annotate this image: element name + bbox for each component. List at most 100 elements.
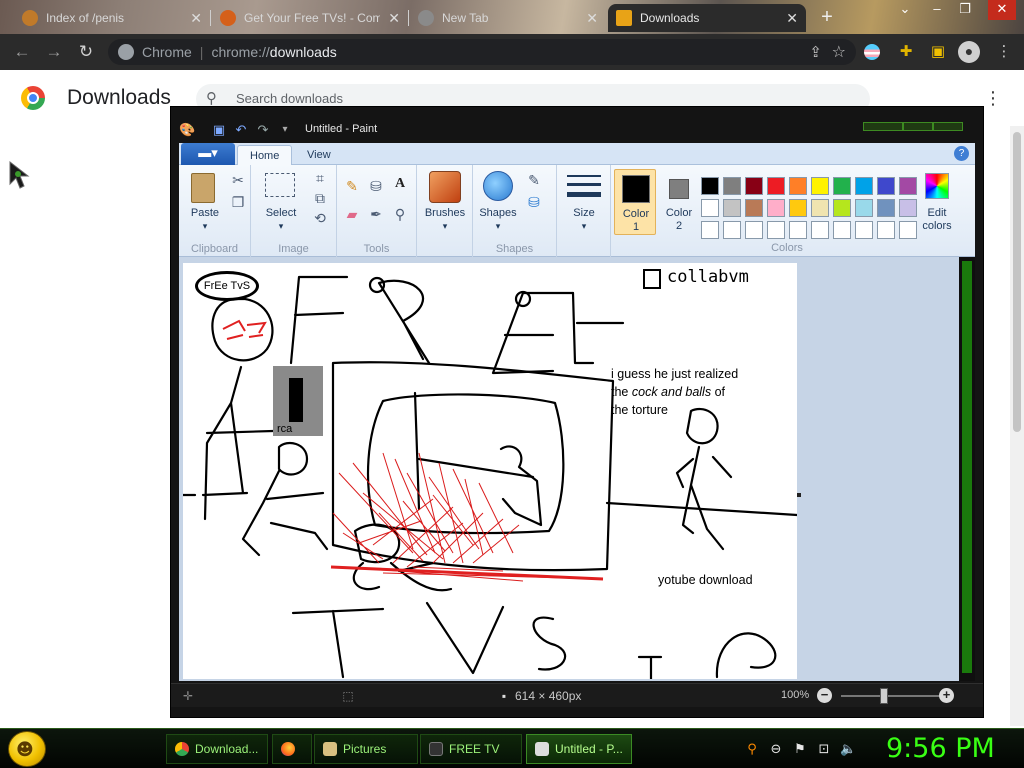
palette-swatch[interactable] — [811, 199, 829, 217]
palette-swatch[interactable] — [701, 177, 719, 195]
paste-button[interactable]: Paste — [183, 207, 227, 219]
palette-swatch[interactable] — [745, 199, 763, 217]
palette-swatch[interactable] — [723, 177, 741, 195]
taskbar-item-pictures[interactable]: Pictures — [314, 734, 418, 764]
edit-colors-label[interactable]: Edit — [917, 207, 957, 219]
palette-swatch[interactable] — [767, 221, 785, 239]
palette-swatch[interactable] — [833, 177, 851, 195]
undo-icon[interactable]: ↶ — [233, 122, 249, 138]
palette-swatch[interactable] — [701, 221, 719, 239]
help-icon[interactable]: ? — [954, 146, 969, 161]
volume-icon[interactable]: 🔈 — [840, 741, 856, 757]
palette-swatch[interactable] — [767, 177, 785, 195]
copy-icon[interactable]: ❐ — [229, 193, 247, 211]
outline-icon[interactable]: ✎ — [525, 171, 543, 189]
customize-qat-icon[interactable]: ▾ — [277, 122, 293, 138]
minimize-button[interactable] — [863, 122, 903, 131]
palette-swatch[interactable] — [811, 221, 829, 239]
crop-icon[interactable]: ⌗ — [311, 169, 329, 187]
vertical-scrollbar[interactable] — [959, 257, 975, 681]
canvas-resize-handle[interactable] — [797, 493, 801, 497]
save-icon[interactable]: ▣ — [211, 122, 227, 138]
palette-swatch[interactable] — [745, 177, 763, 195]
scrollbar-track[interactable] — [962, 261, 972, 673]
tab-downloads[interactable]: Downloads ✕ — [608, 4, 806, 32]
chevron-down-icon[interactable]: ▾ — [473, 221, 523, 232]
color-picker-icon[interactable]: ✒ — [367, 205, 385, 223]
cut-icon[interactable]: ✂ — [229, 171, 247, 189]
close-icon[interactable]: ✕ — [388, 10, 400, 27]
fill-icon[interactable]: ⛁ — [525, 193, 543, 211]
resize-icon[interactable]: ⧉ — [311, 189, 329, 207]
chevron-down-icon[interactable]: ▾ — [183, 221, 227, 232]
palette-swatch[interactable] — [723, 199, 741, 217]
size-button[interactable]: Size — [557, 207, 611, 219]
chevron-down-icon[interactable]: ▾ — [557, 221, 611, 232]
scrollbar-thumb[interactable] — [1013, 132, 1021, 432]
brushes-button[interactable]: Brushes — [417, 207, 473, 219]
flag-icon[interactable]: ⚑ — [792, 741, 808, 757]
taskbar-item-firefox[interactable] — [272, 734, 312, 764]
rotate-icon[interactable]: ⟲ — [311, 209, 329, 227]
clock[interactable]: 9:56 PM — [886, 733, 995, 764]
minimize-icon[interactable]: – — [928, 0, 946, 20]
palette-swatch[interactable] — [855, 177, 873, 195]
tab-view[interactable]: View — [295, 145, 343, 166]
taskbar-item-downloads[interactable]: Download... — [166, 734, 268, 764]
color2-button[interactable]: Color 2 — [659, 169, 699, 235]
tab-free-tvs[interactable]: Get Your Free TVs! - Com ✕ — [212, 4, 408, 32]
brush-icon[interactable] — [429, 171, 461, 203]
taskbar-item-paint[interactable]: Untitled - P... — [526, 734, 632, 764]
fill-bucket-icon[interactable]: ⛁ — [367, 177, 385, 195]
palette-swatch[interactable] — [899, 221, 917, 239]
extension-flag-icon[interactable] — [864, 44, 880, 60]
shapes-button[interactable]: Shapes — [473, 207, 523, 219]
palette-swatch[interactable] — [789, 177, 807, 195]
palette-swatch[interactable] — [767, 199, 785, 217]
search-icon[interactable]: ⚲ — [744, 741, 760, 757]
zoom-slider-thumb[interactable] — [880, 688, 888, 704]
magnifier-icon[interactable]: ⚲ — [391, 205, 409, 223]
close-icon[interactable]: ✕ — [190, 10, 202, 27]
palette-swatch[interactable] — [877, 177, 895, 195]
share-icon[interactable]: ⇪ — [809, 43, 822, 61]
start-button[interactable]: ☻ — [8, 731, 46, 767]
palette-swatch[interactable] — [701, 199, 719, 217]
chevron-down-icon[interactable]: ▾ — [417, 221, 473, 232]
menu-kebab-icon[interactable]: ⋮ — [994, 42, 1014, 62]
bookmark-star-icon[interactable]: ☆ — [832, 42, 846, 62]
palette-swatch[interactable] — [811, 177, 829, 195]
color1-button[interactable]: Color 1 — [614, 169, 656, 235]
palette-swatch[interactable] — [899, 199, 917, 217]
select-button[interactable]: Select — [255, 207, 307, 219]
profile-avatar-icon[interactable]: ● — [958, 41, 980, 63]
minus-circle-icon[interactable]: ⊖ — [768, 741, 784, 757]
paste-icon[interactable] — [191, 173, 215, 203]
pencil-icon[interactable]: ✎ — [343, 177, 361, 195]
back-icon[interactable]: ← — [12, 42, 32, 62]
zoom-out-button[interactable]: − — [817, 688, 832, 703]
page-scrollbar[interactable] — [1010, 126, 1024, 726]
chevron-down-icon[interactable]: ▾ — [255, 221, 307, 232]
palette-swatch[interactable] — [855, 199, 873, 217]
maximize-button[interactable] — [903, 122, 933, 131]
file-menu-button[interactable]: ▬▾ — [181, 143, 235, 165]
side-panel-icon[interactable]: ▣ — [928, 42, 948, 62]
taskbar-item-free-tv[interactable]: FREE TV — [420, 734, 522, 764]
network-icon[interactable]: ⊡ — [816, 741, 832, 757]
palette-swatch[interactable] — [789, 199, 807, 217]
tab-index[interactable]: Index of /penis ✕ — [14, 4, 210, 32]
close-icon[interactable]: ✕ — [786, 10, 798, 27]
select-icon[interactable] — [265, 173, 295, 197]
extensions-puzzle-icon[interactable]: ✚ — [896, 42, 916, 62]
palette-swatch[interactable] — [789, 221, 807, 239]
window-close-icon[interactable]: ✕ — [988, 0, 1016, 20]
new-tab-button[interactable]: + — [815, 6, 839, 28]
forward-icon[interactable]: → — [44, 42, 64, 62]
palette-swatch[interactable] — [877, 221, 895, 239]
drawing-canvas[interactable]: FrEe TvS rca collabvm i guess he just re… — [183, 263, 797, 679]
close-button[interactable] — [933, 122, 963, 131]
palette-swatch[interactable] — [855, 221, 873, 239]
palette-swatch[interactable] — [723, 221, 741, 239]
shapes-icon[interactable] — [483, 171, 513, 201]
